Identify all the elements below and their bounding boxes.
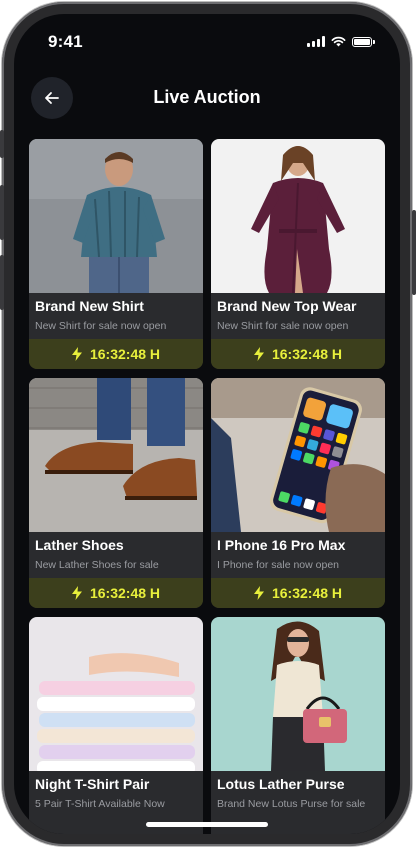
battery-icon	[352, 36, 375, 47]
volume-down-button	[0, 255, 4, 310]
product-image-tshirt	[29, 617, 203, 771]
home-indicator[interactable]	[146, 822, 268, 827]
lightning-bolt-icon	[253, 347, 264, 361]
auction-card-top-wear[interactable]: Brand New Top Wear New Shirt for sale no…	[211, 139, 385, 369]
card-title: Lather Shoes	[35, 537, 124, 553]
card-subtitle: New Lather Shoes for sale	[35, 559, 159, 571]
auction-card-shoes[interactable]: Lather Shoes New Lather Shoes for sale 1…	[29, 378, 203, 608]
auction-card-purse[interactable]: Lotus Lather Purse Brand New Lotus Purse…	[211, 617, 385, 834]
card-title: I Phone 16 Pro Max	[217, 537, 346, 553]
timer-bar: 16:32:48 H	[211, 578, 385, 608]
lightning-bolt-icon	[71, 347, 82, 361]
card-subtitle: I Phone for sale now open	[217, 559, 340, 571]
product-image-shoes	[29, 378, 203, 532]
lightning-bolt-icon	[253, 586, 264, 600]
header: Live Auction	[14, 76, 400, 126]
signal-icon	[307, 36, 325, 47]
lightning-bolt-icon	[71, 586, 82, 600]
auction-card-tshirt[interactable]: Night T-Shirt Pair 5 Pair T-Shirt Availa…	[29, 617, 203, 834]
screen: 9:41 Live Auction Brand New Shirt New Sh…	[14, 14, 400, 834]
auction-card-phone[interactable]: I Phone 16 Pro Max I Phone for sale now …	[211, 378, 385, 608]
mute-switch	[0, 130, 4, 158]
timer-text: 16:32:48 H	[89, 585, 161, 601]
card-title: Lotus Lather Purse	[217, 776, 345, 792]
product-image-purse	[211, 617, 385, 771]
card-title: Brand New Top Wear	[217, 298, 357, 314]
timer-text: 16:32:48 H	[89, 346, 161, 362]
timer-bar: 16:32:48 H	[29, 578, 203, 608]
card-subtitle: New Shirt for sale now open	[217, 320, 349, 332]
timer-text: 16:32:48 H	[271, 346, 343, 362]
product-image-phone	[211, 378, 385, 532]
auction-card-shirt[interactable]: Brand New Shirt New Shirt for sale now o…	[29, 139, 203, 369]
status-time: 9:41	[48, 32, 83, 51]
card-title: Brand New Shirt	[35, 298, 144, 314]
product-image-top-wear	[211, 139, 385, 293]
power-button	[412, 210, 416, 295]
volume-up-button	[0, 185, 4, 240]
card-title: Night T-Shirt Pair	[35, 776, 150, 792]
status-bar: 9:41	[14, 14, 400, 66]
timer-bar: 16:32:48 H	[29, 339, 203, 369]
card-subtitle: Brand New Lotus Purse for sale	[217, 798, 366, 810]
wifi-icon	[331, 36, 346, 47]
product-image-shirt	[29, 139, 203, 293]
timer-text: 16:32:48 H	[271, 585, 343, 601]
page-title: Live Auction	[153, 87, 261, 107]
timer-bar: 16:32:48 H	[211, 339, 385, 369]
card-subtitle: New Shirt for sale now open	[35, 320, 167, 332]
status-icons	[307, 36, 375, 47]
card-subtitle: 5 Pair T-Shirt Available Now	[35, 798, 165, 810]
